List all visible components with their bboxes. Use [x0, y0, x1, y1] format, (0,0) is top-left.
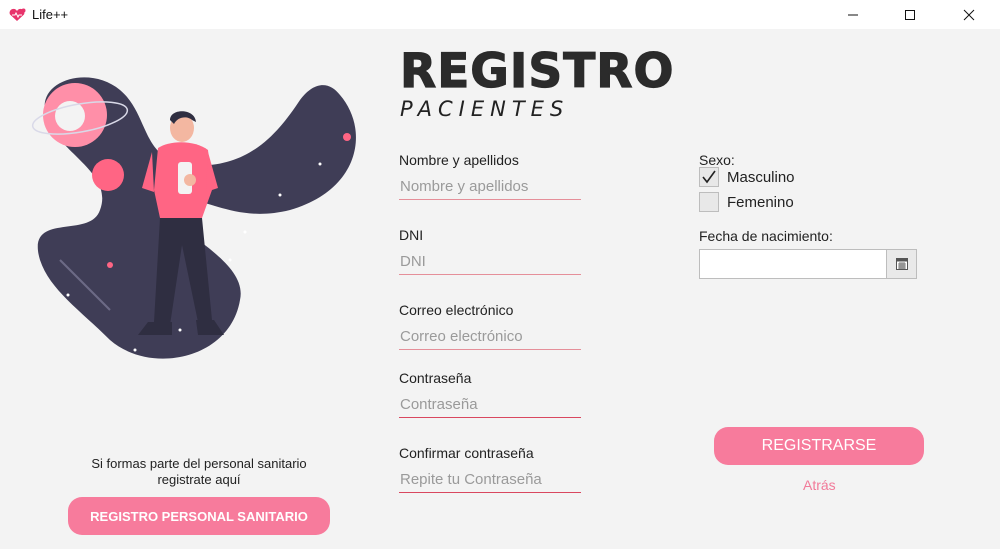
register-button[interactable]: REGISTRARSE: [714, 427, 924, 465]
checkmark-icon: [702, 170, 716, 184]
maximize-button[interactable]: [881, 0, 939, 29]
name-field[interactable]: [399, 173, 581, 200]
calendar-button[interactable]: [886, 249, 917, 279]
page-title: REGISTRO: [399, 43, 675, 99]
staff-info-line1: Si formas parte del personal sanitario: [91, 456, 307, 471]
minimize-button[interactable]: [824, 0, 882, 29]
email-field[interactable]: [399, 323, 581, 350]
staff-info-line2: registrate aquí: [157, 472, 241, 487]
maximize-icon: [905, 9, 915, 20]
dni-field[interactable]: [399, 248, 581, 275]
staff-register-button[interactable]: REGISTRO PERSONAL SANITARIO: [68, 497, 330, 535]
heart-icon: [9, 8, 26, 21]
password-label: Contraseña: [399, 370, 472, 386]
email-label: Correo electrónico: [399, 302, 514, 318]
male-checkbox[interactable]: [699, 167, 719, 187]
title-bar: Life++: [0, 0, 1000, 29]
calendar-icon: [895, 258, 908, 270]
male-label: Masculino: [727, 169, 795, 186]
space-person-illustration: [31, 77, 356, 359]
close-button[interactable]: [940, 0, 998, 29]
staff-info-text: Si formas parte del personal sanitario r…: [70, 456, 328, 488]
confirm-password-field[interactable]: [399, 466, 581, 493]
birthdate-label: Fecha de nacimiento:: [699, 228, 833, 244]
dni-label: DNI: [399, 227, 424, 243]
close-icon: [963, 9, 975, 20]
window-title: Life++: [32, 7, 69, 22]
minimize-icon: [848, 14, 858, 15]
female-checkbox[interactable]: [699, 192, 719, 212]
page-subtitle: PACIENTES: [400, 97, 570, 121]
birthdate-field[interactable]: [699, 249, 887, 279]
sex-label: Sexo:: [699, 152, 735, 168]
name-label: Nombre y apellidos: [399, 152, 519, 168]
password-field[interactable]: [399, 391, 581, 418]
female-label: Femenino: [727, 194, 794, 211]
confirm-password-label: Confirmar contraseña: [399, 445, 534, 461]
back-link[interactable]: Atrás: [803, 477, 836, 493]
